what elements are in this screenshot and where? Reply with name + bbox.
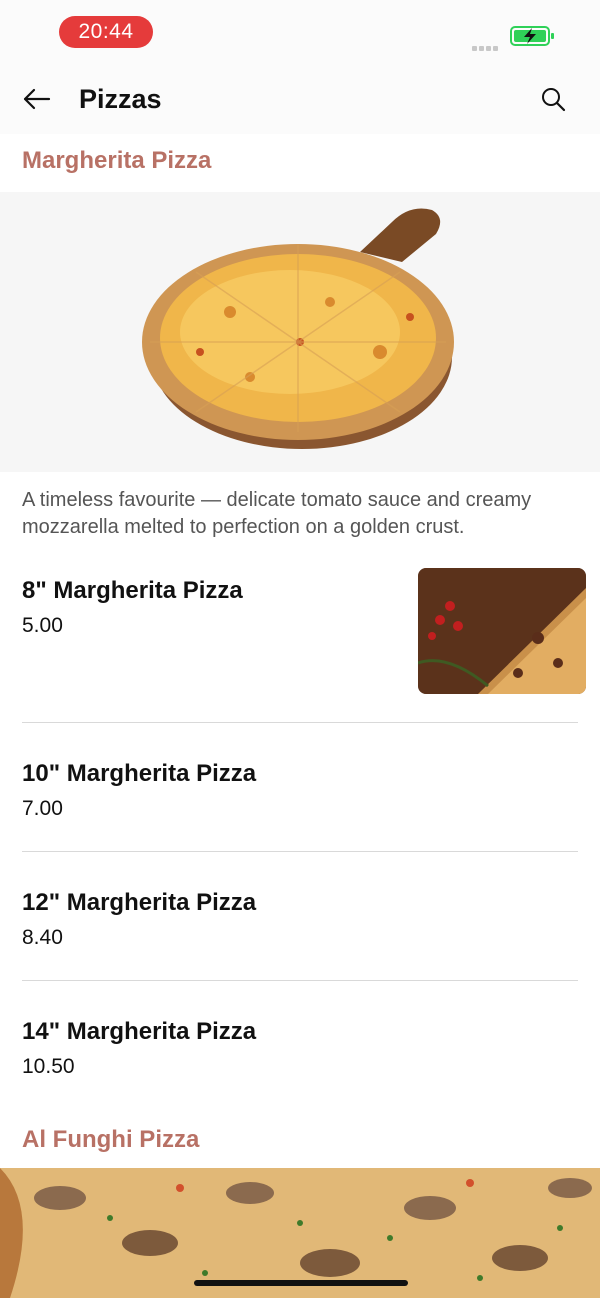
item-name: 10" Margherita Pizza	[22, 760, 257, 787]
item-price: 10.50	[22, 1055, 75, 1078]
signal-icon	[472, 38, 504, 51]
section-title-al-funghi: Al Funghi Pizza	[22, 1126, 200, 1153]
item-price: 7.00	[22, 797, 63, 820]
divider	[22, 851, 578, 852]
search-icon	[542, 88, 566, 112]
margherita-hero-image	[0, 192, 600, 472]
section-title-margherita: Margherita Pizza	[22, 147, 212, 174]
item-price: 8.40	[22, 926, 63, 949]
app-bar: Pizzas	[0, 64, 600, 134]
status-bar: 20:44	[0, 0, 600, 64]
divider	[22, 722, 578, 723]
item-name: 14" Margherita Pizza	[22, 1018, 257, 1045]
home-indicator[interactable]	[194, 1280, 408, 1286]
battery-charging-icon	[510, 26, 554, 46]
search-button[interactable]	[534, 80, 572, 118]
arrow-left-icon	[23, 88, 51, 110]
item-name: 12" Margherita Pizza	[22, 889, 257, 916]
item-thumbnail-image	[418, 568, 586, 694]
divider	[22, 980, 578, 981]
menu-item[interactable]: 14" Margherita Pizza 10.50	[22, 1016, 578, 1082]
page-title: Pizzas	[79, 84, 162, 114]
section-description: A timeless favourite — delicate tomato s…	[22, 489, 532, 538]
al-funghi-hero-image	[0, 1168, 600, 1298]
status-time: 20:44	[59, 16, 153, 48]
menu-item[interactable]: 10" Margherita Pizza 7.00	[22, 758, 578, 824]
menu-item[interactable]: 12" Margherita Pizza 8.40	[22, 887, 578, 953]
back-button[interactable]	[18, 81, 54, 117]
